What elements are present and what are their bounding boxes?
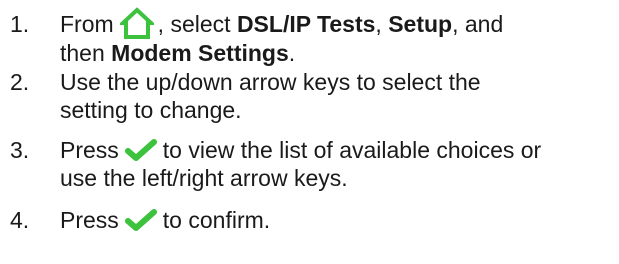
step-line: use the left/right arrow keys. xyxy=(60,165,348,191)
instruction-steps: 1. From , select DSL/IP Tests, Setup, an… xyxy=(0,0,619,264)
step-text-segment: then xyxy=(60,39,112,66)
step-text-segment: Press xyxy=(60,137,119,163)
step-line: setting to change. xyxy=(60,97,242,123)
step-4: 4. Press to confirm. xyxy=(0,206,619,236)
step-text-segment: From xyxy=(60,11,114,37)
step-3: 3. Press to view the list of available c… xyxy=(0,136,619,192)
step-text-segment: , select xyxy=(157,11,237,37)
step-text-segment: to view the list of available choices or xyxy=(162,137,542,163)
step-text-segment: to confirm. xyxy=(162,207,271,233)
step-text-segment: . xyxy=(288,39,296,66)
menu-item-setup: Setup xyxy=(388,11,453,37)
step-2: 2. Use the up/down arrow keys to select … xyxy=(0,68,619,124)
step-text-segment: , and xyxy=(452,11,504,37)
step-line: Use the up/down arrow keys to select the xyxy=(60,69,481,95)
step-line: then Modem Settings. xyxy=(60,39,611,67)
step-number: 4. xyxy=(10,207,30,233)
step-text: Press to view the list of available choi… xyxy=(60,136,611,192)
step-number: 3. xyxy=(10,137,30,163)
step-line: Press to confirm. xyxy=(60,206,611,234)
step-line: From , select DSL/IP Tests, Setup, and xyxy=(60,7,611,39)
step-number: 2. xyxy=(10,69,30,95)
step-number: 1. xyxy=(10,11,30,37)
step-text: Press to confirm. xyxy=(60,206,611,234)
step-text-segment: Press xyxy=(60,207,119,233)
step-1: 1. From , select DSL/IP Tests, Setup, an… xyxy=(0,7,619,67)
step-text: From , select DSL/IP Tests, Setup, and t… xyxy=(60,7,611,67)
check-icon xyxy=(124,208,157,232)
step-text: Use the up/down arrow keys to select the… xyxy=(60,68,611,124)
step-text-segment: , xyxy=(375,11,389,37)
check-icon xyxy=(124,138,157,162)
menu-item-modem-settings: Modem Settings xyxy=(111,39,289,66)
menu-item-dsl-ip-tests: DSL/IP Tests xyxy=(236,11,376,37)
home-icon xyxy=(117,7,156,39)
step-line: Press to view the list of available choi… xyxy=(60,136,611,164)
